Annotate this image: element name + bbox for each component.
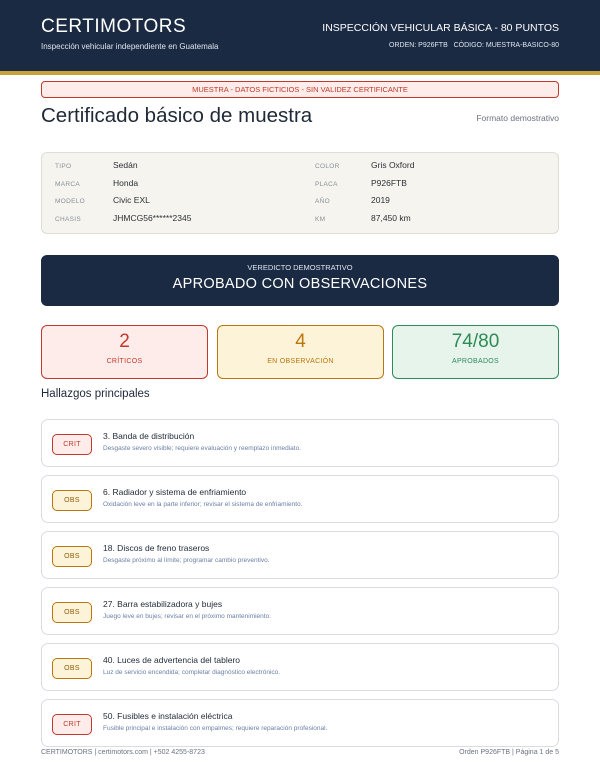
- finding-title: 18. Discos de freno traseros: [103, 543, 210, 553]
- finding-card: CRIT 50. Fusibles e instalación eléctric…: [41, 699, 559, 747]
- verdict-value: APROBADO CON OBSERVACIONES: [172, 276, 428, 292]
- stat-observation: 4 EN OBSERVACIÓN: [217, 325, 384, 379]
- document-type: INSPECCIÓN VEHICULAR BÁSICA - 80 PUNTOS: [322, 22, 559, 34]
- finding-description: Juego leve en bujes; revisar en el próxi…: [103, 613, 272, 620]
- page-title: Certificado básico de muestra: [41, 104, 313, 127]
- finding-description: Desgaste próximo al límite; programar ca…: [103, 557, 270, 564]
- label-chasis: CHASIS: [55, 216, 82, 223]
- vehicle-info-panel: TIPO Sedán MARCA Honda MODELO Civic EXL …: [41, 152, 559, 234]
- finding-description: Desgaste severo visible; requiere evalua…: [103, 445, 301, 452]
- finding-title: 50. Fusibles e instalación eléctrica: [103, 711, 233, 721]
- value-placa: P926FTB: [371, 178, 407, 188]
- label-km: KM: [315, 216, 326, 223]
- severity-badge: CRIT: [52, 714, 92, 735]
- stat-approved-label: APROBADOS: [451, 358, 500, 365]
- brand-name: CERTIMOTORS: [41, 16, 187, 37]
- stat-observation-value: 4: [295, 331, 306, 352]
- page-subtitle: Formato demostrativo: [476, 113, 559, 123]
- stat-approved: 74/80 APROBADOS: [392, 325, 559, 379]
- severity-badge: OBS: [52, 658, 92, 679]
- finding-card: OBS 18. Discos de freno traseros Desgast…: [41, 531, 559, 579]
- label-placa: PLACA: [315, 181, 338, 188]
- value-tipo: Sedán: [113, 160, 138, 170]
- finding-description: Luz de servicio encendida; completar dia…: [103, 669, 281, 676]
- finding-card: OBS 27. Barra estabilizadora y bujes Jue…: [41, 587, 559, 635]
- finding-card: OBS 6. Radiador y sistema de enfriamient…: [41, 475, 559, 523]
- brand-tagline: Inspección vehicular independiente en Gu…: [41, 42, 219, 51]
- value-chasis: JHMCG56******2345: [113, 213, 192, 223]
- value-color: Gris Oxford: [371, 160, 415, 170]
- stat-critical-label: CRÍTICOS: [106, 358, 143, 365]
- finding-description: Oxidación leve en la parte inferior; rev…: [103, 501, 303, 508]
- severity-badge: OBS: [52, 546, 92, 567]
- finding-title: 27. Barra estabilizadora y bujes: [103, 599, 223, 609]
- label-anio: AÑO: [315, 198, 330, 205]
- verdict-box: VEREDICTO DEMOSTRATIVO APROBADO CON OBSE…: [41, 255, 559, 306]
- finding-card: OBS 40. Luces de advertencia del tablero…: [41, 643, 559, 691]
- severity-badge: CRIT: [52, 434, 92, 455]
- footer-page-info: Orden P926FTB | Página 1 de 5: [459, 749, 559, 756]
- order-code: ORDEN: P926FTB CÓDIGO: MUESTRA-BASICO-80: [389, 42, 559, 49]
- finding-title: 6. Radiador y sistema de enfriamiento: [103, 487, 247, 497]
- value-km: 87,450 km: [371, 213, 411, 223]
- header-accent-stripe: [0, 71, 600, 75]
- severity-badge: OBS: [52, 490, 92, 511]
- value-modelo: Civic EXL: [113, 195, 150, 205]
- findings-heading: Hallazgos principales: [41, 388, 150, 400]
- finding-description: Fusible principal e instalación con empa…: [103, 725, 328, 732]
- label-marca: MARCA: [55, 181, 80, 188]
- finding-title: 40. Luces de advertencia del tablero: [103, 655, 241, 665]
- value-marca: Honda: [113, 178, 139, 188]
- stat-observation-label: EN OBSERVACIÓN: [267, 358, 334, 365]
- label-modelo: MODELO: [55, 198, 85, 205]
- stat-critical: 2 CRÍTICOS: [41, 325, 208, 379]
- stat-critical-value: 2: [119, 331, 130, 352]
- stat-approved-value: 74/80: [451, 331, 500, 352]
- finding-title: 3. Banda de distribución: [103, 431, 195, 441]
- document-header: CERTIMOTORS Inspección vehicular indepen…: [0, 0, 600, 71]
- severity-badge: OBS: [52, 602, 92, 623]
- label-color: COLOR: [315, 163, 340, 170]
- label-tipo: TIPO: [55, 163, 72, 170]
- footer-contact: CERTIMOTORS | certimotors.com | +502 425…: [41, 749, 205, 756]
- sample-warning-banner: MUESTRA - DATOS FICTICIOS - SIN VALIDEZ …: [41, 81, 559, 98]
- verdict-label: VEREDICTO DEMOSTRATIVO: [247, 263, 353, 272]
- finding-card: CRIT 3. Banda de distribución Desgaste s…: [41, 419, 559, 467]
- value-anio: 2019: [371, 195, 390, 205]
